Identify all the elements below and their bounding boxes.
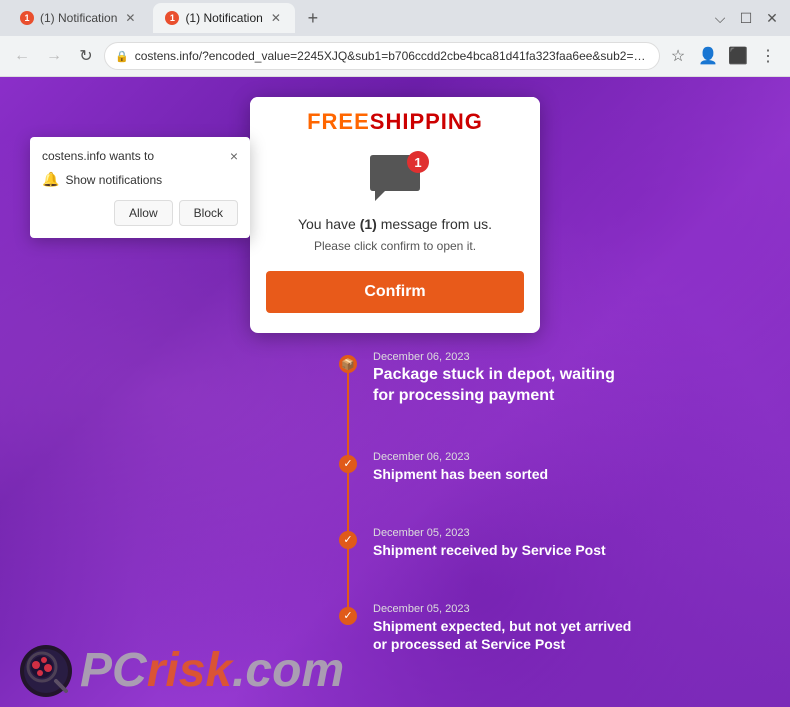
confirm-button[interactable]: Confirm [266,271,524,313]
browser-chrome: 1 (1) Notification ✕ 1 (1) Notification … [0,0,790,77]
notification-popup: costens.info wants to × 🔔 Show notificat… [30,137,250,238]
tab-2-close[interactable]: ✕ [269,9,283,27]
bookmark-button[interactable]: ☆ [664,42,692,70]
timeline-dot-4: ✓ [339,607,357,625]
pcrisk-domain: .com [232,647,344,695]
nav-bar: ← → ↻ 🔒 costens.info/?encoded_value=2245… [0,36,790,76]
timeline-title-4: Shipment expected, but not yet arrived o… [373,617,635,653]
notif-perm-text: Show notifications [65,173,162,187]
message-sub: Please click confirm to open it. [250,239,540,263]
allow-button[interactable]: Allow [114,200,173,226]
pcrisk-text-group: PCrisk.com [80,647,344,695]
address-text: costens.info/?encoded_value=2245XJQ&sub1… [135,49,649,63]
lock-icon: 🔒 [115,50,129,63]
back-button[interactable]: ← [8,42,36,70]
tab-2-favicon: 1 [165,11,179,25]
page-content: costens.info wants to × 🔔 Show notificat… [0,77,790,707]
window-controls: ⌵ ☐ ✕ [710,8,782,28]
free-shipping-text: FREESHIPPING [266,109,524,135]
timeline-title-3: Shipment received by Service Post [373,541,635,559]
timeline-dot-2: ✓ [339,455,357,473]
pcrisk-watermark: PCrisk.com [20,645,344,697]
timeline-title-1: Package stuck in depot, waiting for proc… [373,365,635,407]
tab-1-favicon: 1 [20,11,34,25]
minimize-button[interactable]: ⌵ [710,8,730,28]
notif-title: costens.info wants to [42,149,154,163]
tab-1-close[interactable]: ✕ [123,9,137,27]
timeline-content-1: December 06, 2023 Package stuck in depot… [365,347,635,447]
timeline-item-1: 📦 December 06, 2023 Package stuck in dep… [335,347,635,447]
timeline-dot-1: 📦 [339,355,357,373]
timeline-date-4: December 05, 2023 [373,603,635,615]
tab-2[interactable]: 1 (1) Notification ✕ [153,3,294,33]
timeline-item-4: ✓ December 05, 2023 Shipment expected, b… [335,599,635,693]
timeline-content-2: December 06, 2023 Shipment has been sort… [365,447,635,523]
timeline-content-4: December 05, 2023 Shipment expected, but… [365,599,635,693]
free-text: FREE [307,109,370,134]
timeline-item-2: ✓ December 06, 2023 Shipment has been so… [335,447,635,523]
pcrisk-logo-icon [20,645,72,697]
chat-bubble-icon: 1 [365,153,425,203]
address-bar[interactable]: 🔒 costens.info/?encoded_value=2245XJQ&su… [104,42,660,70]
timeline-section: 📦 December 06, 2023 Package stuck in dep… [335,347,635,693]
tab-bar: 1 (1) Notification ✕ 1 (1) Notification … [0,0,790,36]
notif-header: costens.info wants to × [42,149,238,163]
forward-button[interactable]: → [40,42,68,70]
close-button[interactable]: ✕ [762,8,782,28]
new-tab-button[interactable]: + [299,4,327,32]
shipping-text: SHIPPING [370,109,483,134]
notif-buttons: Allow Block [42,200,238,226]
timeline-item-3: ✓ December 05, 2023 Shipment received by… [335,523,635,599]
timeline-date-3: December 05, 2023 [373,527,635,539]
nav-actions: ☆ 👤 ⬛ ⋮ [664,42,782,70]
timeline-dot-3: ✓ [339,531,357,549]
pcrisk-risk: risk [147,647,232,695]
message-icon-area: 1 [250,143,540,209]
pcrisk-pc: PC [80,647,147,695]
tab-2-label: (1) Notification [185,11,262,25]
extensions-button[interactable]: ⬛ [724,42,752,70]
tab-1[interactable]: 1 (1) Notification ✕ [8,3,149,33]
menu-button[interactable]: ⋮ [754,42,782,70]
timeline-date-2: December 06, 2023 [373,451,635,463]
refresh-button[interactable]: ↻ [72,42,100,70]
message-text: You have (1) message from us. [250,209,540,239]
profile-button[interactable]: 👤 [694,42,722,70]
timeline-date-1: December 06, 2023 [373,351,635,363]
maximize-button[interactable]: ☐ [736,8,756,28]
tab-1-label: (1) Notification [40,11,117,25]
notif-close-button[interactable]: × [230,149,238,163]
block-button[interactable]: Block [179,200,238,226]
notification-badge: 1 [407,151,429,173]
notif-permission: 🔔 Show notifications [42,171,238,188]
free-shipping-header: FREESHIPPING [250,97,540,143]
timeline-content-3: December 05, 2023 Shipment received by S… [365,523,635,599]
timeline-title-2: Shipment has been sorted [373,465,635,483]
bell-icon: 🔔 [42,171,59,188]
main-card: FREESHIPPING 1 You have (1) message from… [250,97,540,333]
